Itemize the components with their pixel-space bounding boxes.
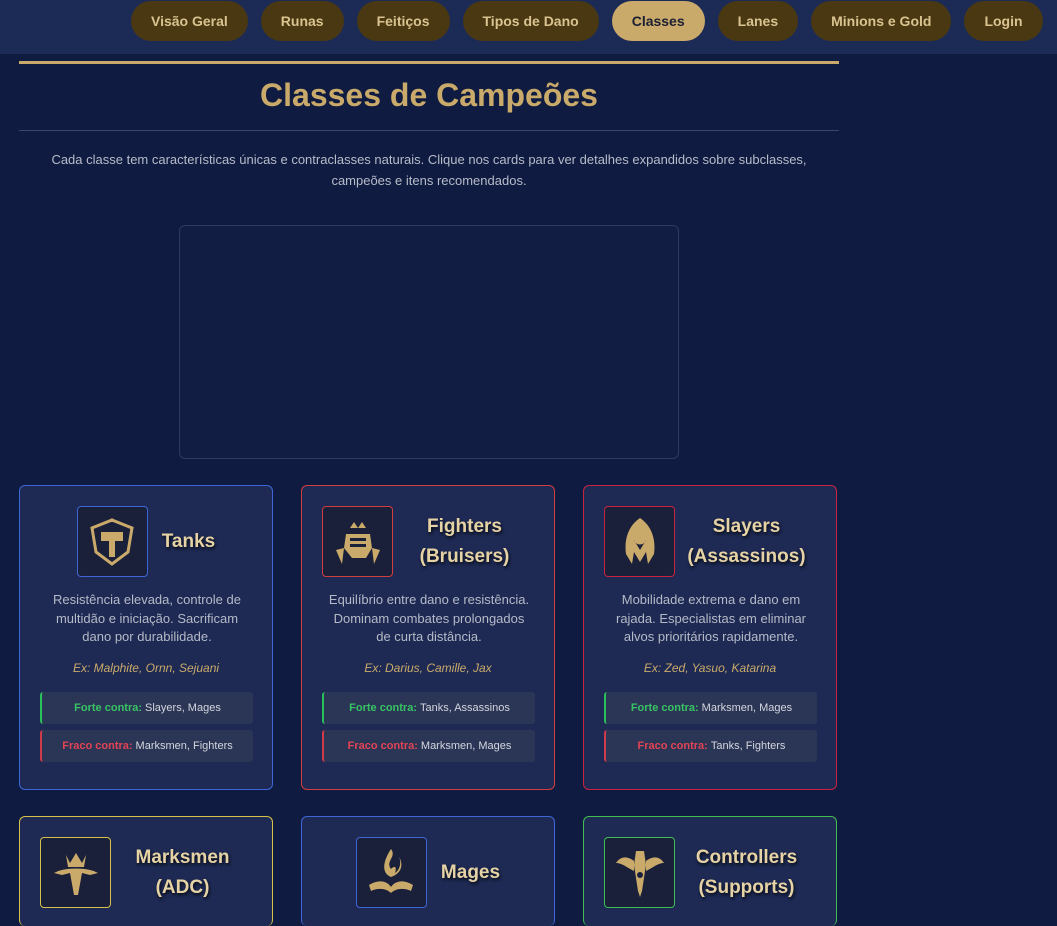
nav-minions-e-gold[interactable]: Minions e Gold (811, 1, 952, 41)
intro-line-2: campeões e itens recomendados. (331, 173, 527, 188)
card-examples: Ex: Malphite, Ornn, Sejuani (72, 661, 220, 675)
card-title-line-1: Controllers (695, 846, 798, 868)
card-title: Tanks (162, 527, 216, 557)
title-top-divider (19, 61, 839, 64)
crowned-crossbow-icon (40, 837, 111, 908)
card-title: Slayers (Assassinos) (675, 512, 818, 572)
weak-value: Marksmen, Fighters (135, 740, 233, 752)
card-title-line-1: Tanks (161, 530, 216, 552)
strong-label: Forte contra: (630, 702, 699, 714)
desc-line-1: Mobilidade extrema e dano em (621, 592, 801, 607)
intro-text: Cada classe tem características únicas e… (34, 149, 824, 191)
flame-book-icon (355, 837, 427, 908)
weak-against: Fraco contra: Marksmen, Mages (322, 730, 535, 762)
desc-line-3: de curta distância. (376, 629, 482, 644)
strong-label: Forte contra: (74, 702, 143, 714)
card-header: Tanks (20, 506, 272, 577)
card-examples: Ex: Darius, Camille, Jax (364, 661, 492, 675)
class-card-slayers[interactable]: Slayers (Assassinos) Mobilidade extrema … (583, 485, 837, 790)
card-title-line-1: Fighters (427, 515, 502, 537)
strong-against: Forte contra: Tanks, Assassinos (322, 692, 535, 724)
desc-line-2: multidão e iniciação. Sacrificam (55, 610, 239, 626)
desc-line-2: Dominam combates prolongados (333, 610, 525, 626)
weak-against: Fraco contra: Tanks, Fighters (604, 730, 817, 762)
nav-menu: Visão Geral Runas Feitiços Tipos de Dano… (131, 1, 1043, 41)
card-header: Slayers (Assassinos) (604, 506, 818, 577)
intro-line-1: Cada classe tem características únicas e… (51, 152, 807, 167)
class-card-marksmen[interactable]: Marksmen (ADC) (19, 816, 273, 926)
nav-classes[interactable]: Classes (611, 1, 705, 41)
card-header: Fighters (Bruisers) (322, 506, 536, 577)
fist-icon (322, 506, 393, 577)
card-description: Equilíbrio entre dano e resistência. Dom… (320, 591, 538, 647)
card-title: Fighters (Bruisers) (393, 512, 536, 572)
page-title: Classes de Campeões (260, 77, 598, 113)
class-card-controllers[interactable]: Controllers (Supports) (583, 816, 837, 926)
card-title: Marksmen (ADC) (111, 843, 254, 903)
desc-line-1: Equilíbrio entre dano e resistência. (328, 592, 530, 607)
card-title: Mages (441, 858, 500, 888)
strong-value: Slayers, Mages (145, 702, 221, 714)
card-title-line-1: Slayers (712, 515, 781, 537)
shield-hammer-icon (76, 506, 148, 577)
card-title-line-2: (ADC) (155, 876, 210, 898)
strong-value: Marksmen, Mages (701, 702, 793, 714)
class-card-mages[interactable]: Mages (301, 816, 555, 926)
nav-visao-geral[interactable]: Visão Geral (131, 1, 248, 41)
strong-value: Tanks, Assassinos (419, 702, 510, 714)
desc-line-1: Resistência elevada, controle de (53, 592, 241, 607)
card-title-line-1: Mages (440, 861, 501, 883)
winged-staff-icon (604, 837, 675, 908)
desc-line-3: dano por durabilidade. (82, 629, 212, 644)
class-card-fighters[interactable]: Fighters (Bruisers) Equilíbrio entre dan… (301, 485, 555, 790)
title-bottom-divider (19, 130, 839, 131)
desc-line-3: alvos prioritários rapidamente. (623, 629, 799, 644)
video-embed-frame[interactable] (179, 225, 679, 459)
desc-line-2: rajada. Especialistas em eliminar (615, 610, 807, 626)
card-header: Marksmen (ADC) (40, 837, 254, 908)
strong-against: Forte contra: Slayers, Mages (40, 692, 253, 724)
main-content: Classes de Campeões Cada classe tem cara… (19, 61, 839, 459)
card-title-line-2: (Assassinos) (687, 545, 806, 567)
strong-label: Forte contra: (349, 702, 417, 714)
nav-tipos-de-dano[interactable]: Tipos de Dano (462, 1, 599, 41)
nav-runas[interactable]: Runas (260, 1, 344, 41)
strong-against: Forte contra: Marksmen, Mages (604, 692, 817, 724)
card-header: Controllers (Supports) (604, 837, 818, 908)
card-title: Controllers (Supports) (675, 843, 818, 903)
weak-value: Marksmen, Mages (420, 740, 512, 752)
card-title-line-1: Marksmen (135, 846, 230, 868)
weak-against: Fraco contra: Marksmen, Fighters (40, 730, 253, 762)
card-header: Mages (302, 837, 554, 908)
weak-label: Fraco contra: (347, 740, 418, 752)
weak-label: Fraco contra: (637, 740, 708, 752)
weak-value: Tanks, Fighters (710, 740, 786, 752)
nav-feiticos[interactable]: Feitiços (356, 1, 450, 41)
card-title-line-2: (Supports) (698, 876, 795, 898)
card-description: Mobilidade extrema e dano em rajada. Esp… (602, 591, 820, 647)
nav-login[interactable]: Login (964, 1, 1043, 41)
hooded-assassin-icon (604, 506, 675, 577)
nav-lanes[interactable]: Lanes (717, 1, 799, 41)
class-card-tanks[interactable]: Tanks Resistência elevada, controle de m… (19, 485, 273, 790)
card-examples: Ex: Zed, Yasuo, Katarina (643, 661, 777, 675)
card-description: Resistência elevada, controle de multidã… (38, 591, 256, 647)
top-navigation-bar: Visão Geral Runas Feitiços Tipos de Dano… (0, 0, 1057, 54)
card-title-line-2: (Bruisers) (419, 545, 510, 567)
weak-label: Fraco contra: (62, 740, 133, 752)
